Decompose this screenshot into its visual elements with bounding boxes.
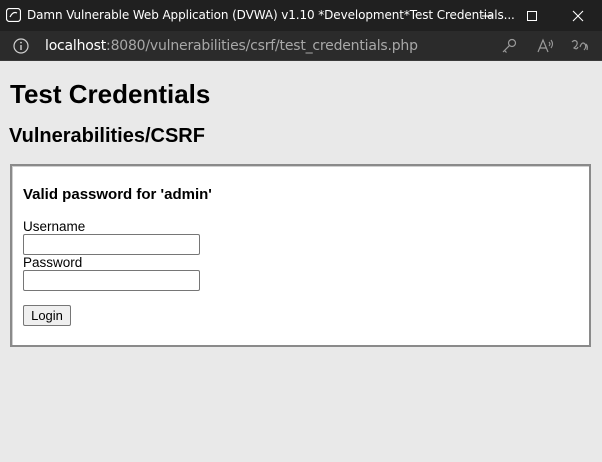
info-icon[interactable] (13, 38, 29, 54)
password-input[interactable] (23, 270, 200, 291)
password-label: Password (23, 255, 83, 270)
maximize-icon (527, 10, 537, 21)
key-icon[interactable] (500, 38, 518, 54)
close-icon (572, 10, 584, 21)
dvwa-app-icon (5, 7, 22, 23)
page-subtitle: Vulnerabilities/CSRF (9, 125, 205, 147)
title-bar: Damn Vulnerable Web Application (DVWA) v… (0, 0, 602, 31)
maximize-button[interactable] (509, 0, 555, 31)
page-content: Test Credentials Vulnerabilities/CSRF Va… (0, 62, 602, 462)
url-host: localhost (45, 38, 107, 54)
close-button[interactable] (555, 0, 601, 31)
read-aloud-icon[interactable] (536, 38, 554, 54)
url-path: :8080/vulnerabilities/csrf/test_credenti… (106, 38, 418, 54)
login-button[interactable]: Login (23, 305, 71, 326)
browser-window: Damn Vulnerable Web Application (DVWA) v… (0, 0, 602, 462)
window-title: Damn Vulnerable Web Application (DVWA) v… (27, 8, 515, 22)
login-box: Valid password for 'admin' Username Pass… (10, 164, 591, 347)
minimize-icon (482, 15, 492, 16)
status-message: Valid password for 'admin' (23, 186, 212, 203)
minimize-button[interactable] (464, 0, 510, 31)
username-label: Username (23, 219, 86, 234)
username-input[interactable] (23, 234, 200, 255)
translate-icon[interactable] (571, 38, 589, 54)
address-bar: localhost:8080/vulnerabilities/csrf/test… (0, 31, 602, 61)
url-field[interactable]: localhost:8080/vulnerabilities/csrf/test… (45, 38, 418, 54)
page-title: Test Credentials (10, 79, 211, 109)
